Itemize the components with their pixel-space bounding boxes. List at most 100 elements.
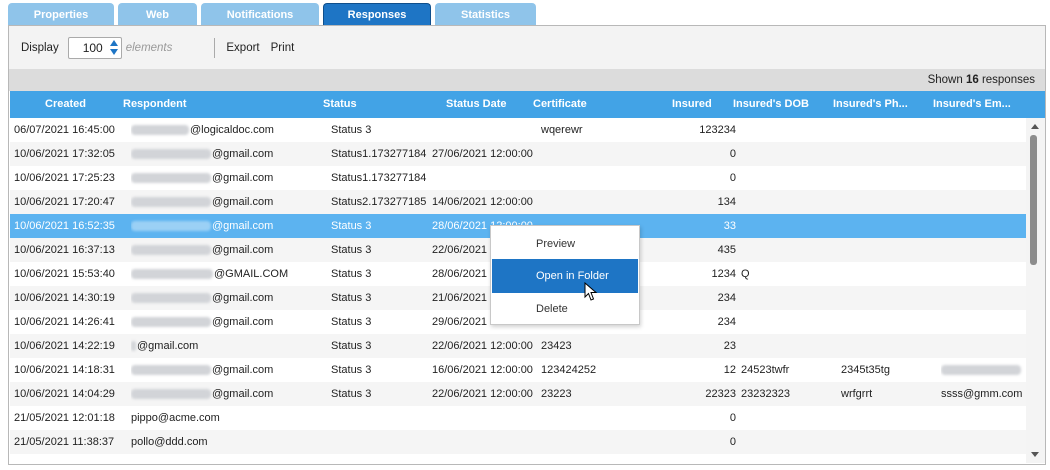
insured-phone-cell — [841, 430, 936, 454]
respondent-cell: pollo@ddd.com — [131, 430, 321, 454]
insured-email-cell — [941, 358, 1026, 382]
respondent-cell-text: @gmail.com — [212, 172, 274, 184]
toolbar-divider — [214, 38, 216, 58]
insured-email-cell — [941, 334, 1026, 358]
column-header-respondent[interactable]: Respondent — [123, 91, 313, 118]
column-header-insured-phone[interactable]: Insured's Ph... — [833, 91, 928, 118]
status-cell-text: Status 3 — [331, 220, 372, 232]
created-cell: 21/05/2021 11:38:37 — [14, 430, 126, 454]
certificate-cell — [541, 430, 636, 454]
insured-cell: 134 — [638, 190, 736, 214]
status-date-cell — [432, 430, 538, 454]
respondent-cell-text: pippo@acme.com — [131, 412, 220, 424]
menu-item-preview[interactable]: Preview — [492, 227, 638, 261]
display-count-input[interactable] — [68, 39, 105, 57]
tab-statistics[interactable]: Statistics — [435, 3, 536, 26]
insured-phone-cell — [841, 262, 936, 286]
insured-cell-text: 0 — [729, 172, 736, 184]
column-header-status-date[interactable]: Status Date — [446, 91, 526, 118]
status-date-cell: 27/06/2021 12:00:00 — [432, 142, 538, 166]
table-row[interactable]: 10/06/2021 14:04:29 @gmail.com Status 3 22/… — [10, 382, 1026, 406]
table-row[interactable]: 10/06/2021 14:22:19 @gmail.com Status 3 22/… — [10, 334, 1026, 358]
insured-cell-text: 0 — [729, 148, 736, 160]
insured-phone-cell — [841, 286, 936, 310]
insured-phone-cell: wrfgrrt — [841, 382, 936, 406]
created-cell-text: 10/06/2021 16:37:13 — [14, 244, 115, 256]
respondent-cell-text: @gmail.com — [212, 364, 274, 376]
column-header-insured[interactable]: Insured — [672, 91, 722, 118]
insured-cell: 234 — [638, 310, 736, 334]
insured-cell: 12 — [638, 358, 736, 382]
status-cell: Status 3 — [331, 238, 429, 262]
vertical-scrollbar[interactable] — [1026, 118, 1045, 463]
print-button[interactable]: Print — [271, 42, 295, 54]
export-button[interactable]: Export — [226, 42, 259, 54]
insured-email-cell-text: ssss@gmm.com — [941, 388, 1023, 400]
status-cell: Status1.173277184 — [331, 142, 429, 166]
respondent-cell: @gmail.com — [131, 190, 321, 214]
spin-down-icon[interactable] — [109, 49, 118, 55]
insured-phone-cell-text: wrfgrrt — [841, 388, 873, 400]
insured-cell: 123234 — [638, 118, 736, 142]
insured-dob-cell — [741, 406, 836, 430]
created-cell: 06/07/2021 16:45:00 — [14, 118, 126, 142]
table-row[interactable]: 21/05/2021 12:01:18 pippo@acme.com 0 — [10, 406, 1026, 430]
column-header-created[interactable]: Created — [45, 91, 115, 118]
menu-item-delete[interactable]: Delete — [492, 292, 638, 326]
spinner-buttons — [109, 40, 118, 55]
table-row[interactable]: 21/05/2021 11:38:37 pollo@ddd.com 0 — [10, 430, 1026, 454]
status-date-cell-text: 29/06/2021 — [432, 316, 488, 328]
respondent-cell-text: @logicaldoc.com — [190, 124, 274, 136]
column-header-insured-dob[interactable]: Insured's DOB — [733, 91, 828, 118]
status-cell-text: Status 3 — [331, 388, 372, 400]
status-date-cell-text: 21/06/2021 — [432, 292, 488, 304]
display-count-spinner[interactable] — [67, 37, 122, 59]
tab-responses[interactable]: Responses — [323, 3, 431, 26]
created-cell-text: 21/05/2021 11:38:37 — [14, 436, 115, 448]
insured-phone-cell — [841, 214, 936, 238]
status-cell-text: Status2.173277185 — [331, 196, 427, 208]
created-cell: 10/06/2021 14:30:19 — [14, 286, 126, 310]
status-cell-text: Status 3 — [331, 292, 372, 304]
table-row[interactable]: 10/06/2021 17:32:05 @gmail.com Status1.173… — [10, 142, 1026, 166]
toolbar: Display elements Export Print — [9, 26, 1045, 70]
table-row[interactable]: 06/07/2021 16:45:00 @logicaldoc.com Status… — [10, 118, 1026, 142]
tab-web[interactable]: Web — [118, 3, 197, 26]
insured-phone-cell-text: 2345t35tg — [841, 364, 890, 376]
table-row[interactable]: 10/06/2021 17:25:23 @gmail.com Status1.173… — [10, 166, 1026, 190]
scroll-down-icon[interactable] — [1031, 452, 1039, 457]
insured-phone-cell — [841, 118, 936, 142]
status-date-cell — [432, 166, 538, 190]
grid-header: Created Respondent Status Status Date Ce… — [10, 91, 1045, 118]
insured-cell: 0 — [638, 406, 736, 430]
insured-cell-text: 234 — [717, 292, 736, 304]
respondent-cell-text: @gmail.com — [212, 148, 274, 160]
insured-dob-cell — [741, 166, 836, 190]
tab-notifications[interactable]: Notifications — [201, 3, 319, 26]
summary-suffix: responses — [981, 74, 1035, 86]
scroll-thumb[interactable] — [1030, 135, 1037, 265]
scroll-up-icon[interactable] — [1031, 124, 1039, 129]
results-summary: Shown 16 responses — [9, 69, 1045, 91]
respondent-cell: @gmail.com — [131, 286, 321, 310]
created-cell-text: 10/06/2021 17:25:23 — [14, 172, 115, 184]
tab-properties[interactable]: Properties — [8, 3, 114, 26]
insured-cell-text: 435 — [717, 244, 736, 256]
column-header-insured-email[interactable]: Insured's Em... — [933, 91, 1028, 118]
tab-bar: Properties Web Notifications Responses S… — [8, 3, 540, 26]
spin-up-icon[interactable] — [109, 40, 118, 46]
column-header-certificate[interactable]: Certificate — [533, 91, 623, 118]
created-cell-text: 10/06/2021 16:52:35 — [14, 220, 115, 232]
menu-item-open-in-folder[interactable]: Open in Folder — [492, 259, 638, 293]
redacted-name — [131, 173, 211, 184]
insured-cell-text: 123234 — [699, 124, 736, 136]
column-header-status[interactable]: Status — [323, 91, 423, 118]
status-cell-text: Status 3 — [331, 364, 372, 376]
respondent-cell-text: @gmail.com — [212, 388, 274, 400]
table-row[interactable]: 10/06/2021 17:20:47 @gmail.com Status2.173… — [10, 190, 1026, 214]
created-cell-text: 10/06/2021 15:53:40 — [14, 268, 115, 280]
insured-dob-cell — [741, 142, 836, 166]
table-row[interactable]: 10/06/2021 14:18:31 @gmail.com Status 3 16/… — [10, 358, 1026, 382]
created-cell-text: 10/06/2021 17:32:05 — [14, 148, 115, 160]
respondent-cell: pippo@acme.com — [131, 406, 321, 430]
